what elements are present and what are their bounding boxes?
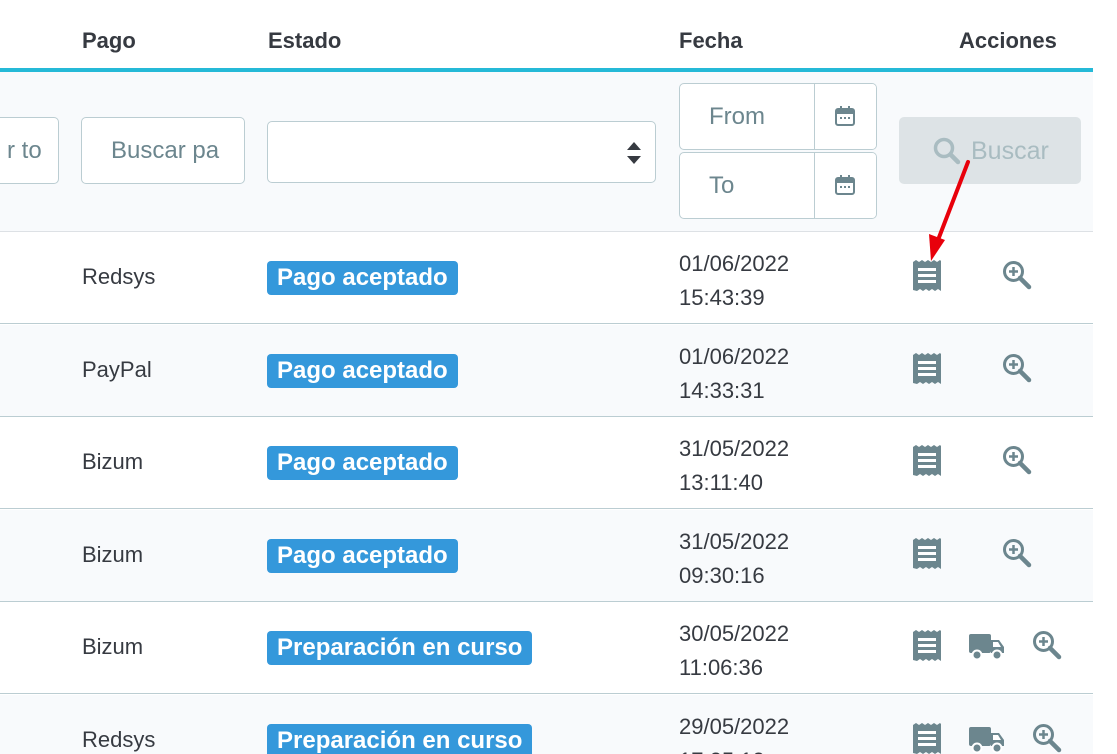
estado-filter-select[interactable] [267, 121, 656, 183]
invoice-icon[interactable] [912, 353, 942, 385]
order-date: 01/06/2022 15:43:39 [679, 247, 789, 315]
scrollbar-track[interactable] [1093, 0, 1117, 754]
table-row[interactable]: PayPal Pago aceptado 01/06/2022 14:33:31 [0, 325, 1093, 417]
payment-method: PayPal [82, 357, 152, 382]
calendar-icon [835, 175, 855, 195]
zoom-in-icon[interactable] [1002, 445, 1032, 475]
payment-method: Redsys [82, 264, 156, 289]
zoom-in-icon[interactable] [1002, 260, 1032, 290]
column-header-fecha[interactable]: Fecha [679, 28, 743, 54]
order-date: 30/05/2022 11:06:36 [679, 617, 789, 685]
date-from-placeholder: From [709, 103, 765, 130]
table-header: Pago Estado Fecha Acciones [0, 0, 1093, 72]
column-header-estado[interactable]: Estado [268, 28, 341, 54]
invoice-icon[interactable] [912, 630, 942, 662]
search-button-label: Buscar [971, 137, 1049, 165]
order-date-time: 17:25:12 [679, 744, 789, 754]
order-date-time: 15:43:39 [679, 285, 765, 310]
payment-method: Bizum [82, 634, 144, 659]
zoom-in-icon[interactable] [1032, 630, 1062, 660]
table-row[interactable]: Redsys Preparación en curso 29/05/2022 17:2… [0, 695, 1093, 754]
zoom-in-icon[interactable] [1032, 723, 1062, 753]
payment-method: Bizum [82, 449, 144, 474]
truck-icon[interactable] [969, 632, 1005, 662]
orders-table: Pago Estado Fecha Acciones r to Buscar p… [0, 0, 1093, 754]
order-date-time: 14:33:31 [679, 378, 765, 403]
order-date-day: 31/05/2022 [679, 529, 790, 554]
column-header-acciones: Acciones [959, 28, 1057, 53]
filter-row: r to Buscar pa From To Buscar [0, 72, 1093, 232]
order-date-time: 11:06:36 [679, 655, 764, 680]
pago-filter-input[interactable]: Buscar pa [81, 117, 245, 184]
invoice-icon[interactable] [912, 723, 942, 754]
order-date-day: 01/06/2022 [679, 344, 790, 369]
date-from-field[interactable]: From [679, 83, 877, 150]
order-date: 31/05/2022 09:30:16 [679, 525, 789, 593]
search-icon [933, 137, 961, 165]
select-arrows-icon [627, 142, 641, 164]
invoice-icon[interactable] [912, 538, 942, 570]
table-row[interactable]: Redsys Pago aceptado 01/06/2022 15:43:39 [0, 232, 1093, 324]
order-date: 29/05/2022 17:25:12 [679, 710, 789, 754]
order-date-day: 29/05/2022 [679, 714, 790, 739]
calendar-icon [835, 106, 855, 126]
order-date-day: 31/05/2022 [679, 436, 790, 461]
date-from-calendar-button[interactable] [814, 84, 876, 149]
order-date: 31/05/2022 13:11:40 [679, 432, 789, 500]
order-date-day: 30/05/2022 [679, 621, 790, 646]
zoom-in-icon[interactable] [1002, 353, 1032, 383]
status-badge: Pago aceptado [267, 446, 458, 480]
table-row[interactable]: Bizum Preparación en curso 30/05/2022 11:06… [0, 602, 1093, 694]
status-badge: Pago aceptado [267, 354, 458, 388]
status-badge: Pago aceptado [267, 539, 458, 573]
column-header-pago[interactable]: Pago [82, 28, 136, 54]
payment-method: Redsys [82, 727, 156, 752]
status-badge: Pago aceptado [267, 261, 458, 295]
orders-page: Pago Estado Fecha Acciones r to Buscar p… [0, 0, 1117, 754]
status-badge: Preparación en curso [267, 631, 533, 665]
payment-method: Bizum [82, 542, 144, 567]
order-date-day: 01/06/2022 [679, 251, 790, 276]
search-button[interactable]: Buscar [899, 117, 1081, 184]
table-row[interactable]: Bizum Pago aceptado 31/05/2022 09:30:16 [0, 510, 1093, 602]
invoice-icon[interactable] [912, 445, 942, 477]
status-badge: Preparación en curso [267, 724, 533, 754]
truck-icon[interactable] [969, 725, 1005, 754]
date-to-calendar-button[interactable] [814, 153, 876, 218]
order-date-time: 13:11:40 [679, 470, 764, 495]
order-date: 01/06/2022 14:33:31 [679, 340, 789, 408]
table-row[interactable]: Bizum Pago aceptado 31/05/2022 13:11:40 [0, 417, 1093, 509]
invoice-icon[interactable] [912, 260, 942, 292]
zoom-in-icon[interactable] [1002, 538, 1032, 568]
date-to-field[interactable]: To [679, 152, 877, 219]
customer-filter-input[interactable]: r to [0, 117, 59, 184]
order-date-time: 09:30:16 [679, 563, 765, 588]
date-to-placeholder: To [709, 172, 735, 199]
